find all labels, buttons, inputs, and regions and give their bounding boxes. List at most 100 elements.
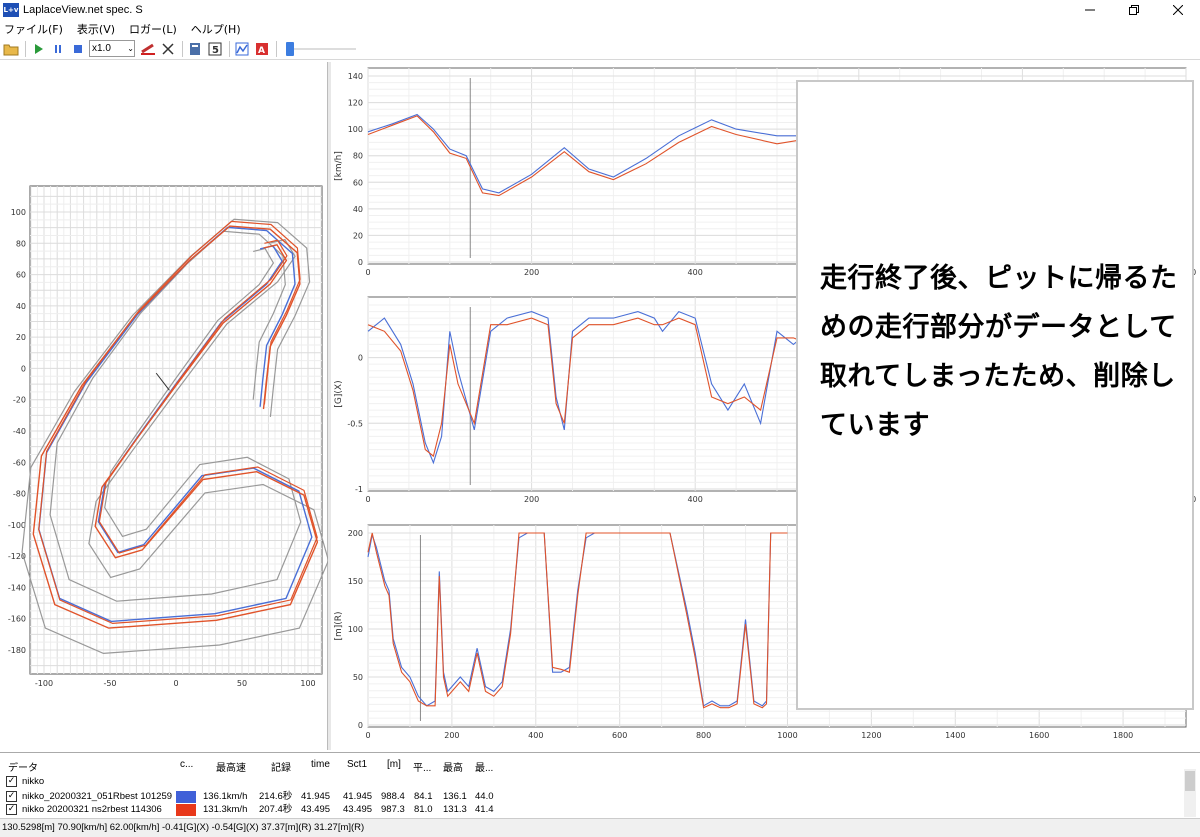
row-cell-m: 987.3 bbox=[381, 804, 405, 815]
chart-x-tick-label: 200 bbox=[444, 731, 459, 740]
map-x-tick-label: -100 bbox=[35, 679, 53, 688]
export-button[interactable] bbox=[186, 40, 204, 58]
menu-bar: ファイル(F) 表示(V) ロガー(L) ヘルプ(H) bbox=[0, 20, 1200, 38]
data-scrollbar[interactable] bbox=[1184, 769, 1196, 817]
row-cell-min: 41.4 bbox=[475, 804, 494, 815]
minimize-button[interactable] bbox=[1068, 0, 1112, 20]
chart-y-tick-label: 150 bbox=[348, 577, 363, 586]
chart-y-tick-label: 40 bbox=[353, 205, 363, 214]
column-header[interactable]: c... bbox=[180, 759, 193, 770]
open-folder-button[interactable] bbox=[2, 40, 20, 58]
title-bar: L+v LaplaceView.net spec. S bbox=[0, 0, 1200, 20]
row-checkbox[interactable]: ✓ bbox=[6, 804, 17, 815]
chart-y-axis-label: [G](X) bbox=[334, 380, 344, 407]
menu-logger[interactable]: ロガー(L) bbox=[129, 21, 177, 37]
graph-button[interactable] bbox=[233, 40, 251, 58]
chart-x-tick-label: 0 bbox=[365, 268, 370, 277]
position-slider[interactable] bbox=[284, 40, 356, 58]
pause-button[interactable] bbox=[49, 40, 67, 58]
map-y-tick-label: 20 bbox=[16, 333, 26, 342]
app-icon: L+v bbox=[3, 3, 19, 17]
svg-text:5: 5 bbox=[212, 45, 219, 56]
chart-y-tick-label: 0 bbox=[358, 721, 363, 730]
pause-icon bbox=[55, 44, 61, 53]
column-header[interactable]: 最高 bbox=[443, 759, 463, 774]
row-color-swatch[interactable] bbox=[176, 791, 196, 803]
chart-x-tick-label: 1200 bbox=[861, 731, 881, 740]
column-header[interactable]: [m] bbox=[387, 759, 401, 770]
minimize-icon bbox=[1085, 9, 1095, 11]
map-x-tick-label: 50 bbox=[237, 679, 247, 688]
map-x-tick-label: 0 bbox=[173, 679, 178, 688]
chart-x-tick-label: 1800 bbox=[1113, 731, 1133, 740]
annotation-overlay: 走行終了後、ピットに帰るための走行部分がデータとして取れてしまったため、削除して… bbox=[796, 80, 1194, 710]
column-header[interactable]: データ bbox=[8, 759, 38, 774]
pen-icon bbox=[141, 43, 155, 55]
chart-y-tick-label: 200 bbox=[348, 529, 363, 538]
chart-x-tick-label: 0 bbox=[365, 495, 370, 504]
play-icon bbox=[35, 43, 43, 54]
annotation-text: 走行終了後、ピットに帰るための走行部分がデータとして取れてしまったため、削除して… bbox=[820, 263, 1178, 441]
speed-select[interactable]: x1.0 ⌄ bbox=[89, 40, 135, 57]
toolbar-separator bbox=[182, 40, 183, 57]
column-header[interactable]: 最高速 bbox=[216, 759, 246, 774]
delete-button[interactable] bbox=[159, 40, 177, 58]
row-cell-time: 43.495 bbox=[301, 804, 331, 815]
window-controls bbox=[1068, 0, 1200, 20]
track-map[interactable]: -100 -50 0 50 100 100 80 60 40 20 0 -20 -40 -60 -80 -10… bbox=[0, 62, 330, 750]
scrollbar-thumb[interactable] bbox=[1185, 771, 1195, 791]
row-name: nikko 20200321 ns2rbest 114306 bbox=[22, 804, 162, 815]
row-cell-min: 44.0 bbox=[475, 791, 494, 802]
group-checkbox[interactable]: ✓ bbox=[6, 776, 17, 787]
chart-x-tick-label: 400 bbox=[688, 268, 703, 277]
chart-y-tick-label: 0 bbox=[358, 258, 363, 267]
toolbar-separator bbox=[276, 40, 277, 57]
close-button[interactable] bbox=[1156, 0, 1200, 20]
pdf-icon: A bbox=[256, 42, 268, 56]
column-header[interactable]: 記録 bbox=[271, 759, 291, 774]
chart-x-tick-label: 400 bbox=[688, 495, 703, 504]
chart-y-axis-label: [km/h] bbox=[334, 151, 344, 181]
chevron-down-icon: ⌄ bbox=[127, 44, 134, 53]
menu-view[interactable]: 表示(V) bbox=[77, 21, 115, 37]
column-header[interactable]: time bbox=[311, 759, 330, 770]
graph-icon bbox=[235, 42, 249, 55]
chart-y-tick-label: -1 bbox=[355, 485, 363, 494]
group-row[interactable]: ✓ nikko bbox=[0, 775, 1180, 788]
slider-track bbox=[288, 47, 356, 50]
sector-button[interactable]: 5 bbox=[206, 40, 224, 58]
map-y-tick-label: -60 bbox=[13, 458, 26, 467]
slider-thumb[interactable] bbox=[286, 41, 294, 56]
chart-y-tick-label: 50 bbox=[353, 673, 363, 682]
chart-x-tick-label: 200 bbox=[524, 495, 539, 504]
row-checkbox[interactable]: ✓ bbox=[6, 791, 17, 802]
play-button[interactable] bbox=[29, 40, 47, 58]
row-cell-time: 41.945 bbox=[301, 791, 331, 802]
map-y-tick-label: -180 bbox=[8, 646, 26, 655]
chart-y-tick-label: 120 bbox=[348, 99, 363, 108]
column-header[interactable]: 平... bbox=[413, 759, 431, 774]
column-header[interactable]: 最... bbox=[475, 759, 493, 774]
map-y-tick-label: 80 bbox=[16, 239, 26, 248]
pdf-button[interactable]: A bbox=[253, 40, 271, 58]
data-row[interactable]: ✓ nikko 20200321 ns2rbest 114306 131.3km/h… bbox=[0, 803, 1180, 816]
row-cell-top-speed: 136.1km/h bbox=[203, 791, 248, 802]
data-row[interactable]: ✓ nikko_20200321_051Rbest 101259 136.1km/h… bbox=[0, 790, 1180, 803]
chart-y-tick-label: -0.5 bbox=[347, 419, 363, 428]
chart-y-tick-label: 0 bbox=[358, 354, 363, 363]
map-y-tick-label: -160 bbox=[8, 615, 26, 624]
menu-file[interactable]: ファイル(F) bbox=[4, 21, 63, 37]
chart-x-tick-label: 400 bbox=[528, 731, 543, 740]
restore-button[interactable] bbox=[1112, 0, 1156, 20]
menu-help[interactable]: ヘルプ(H) bbox=[191, 21, 241, 37]
chart-y-tick-label: 140 bbox=[348, 72, 363, 81]
stop-button[interactable] bbox=[69, 40, 87, 58]
data-panel: データ c... 最高速 記録 time Sct1 [m] 平... 最高 最... ✓ nikk… bbox=[0, 752, 1200, 818]
column-header[interactable]: Sct1 bbox=[347, 759, 367, 770]
row-cell-record: 207.4秒 bbox=[259, 804, 293, 815]
marker-button[interactable] bbox=[139, 40, 157, 58]
row-cell-avg: 84.1 bbox=[414, 791, 433, 802]
row-color-swatch[interactable] bbox=[176, 804, 196, 816]
stop-icon bbox=[74, 44, 82, 53]
chart-x-tick-label: 600 bbox=[612, 731, 627, 740]
